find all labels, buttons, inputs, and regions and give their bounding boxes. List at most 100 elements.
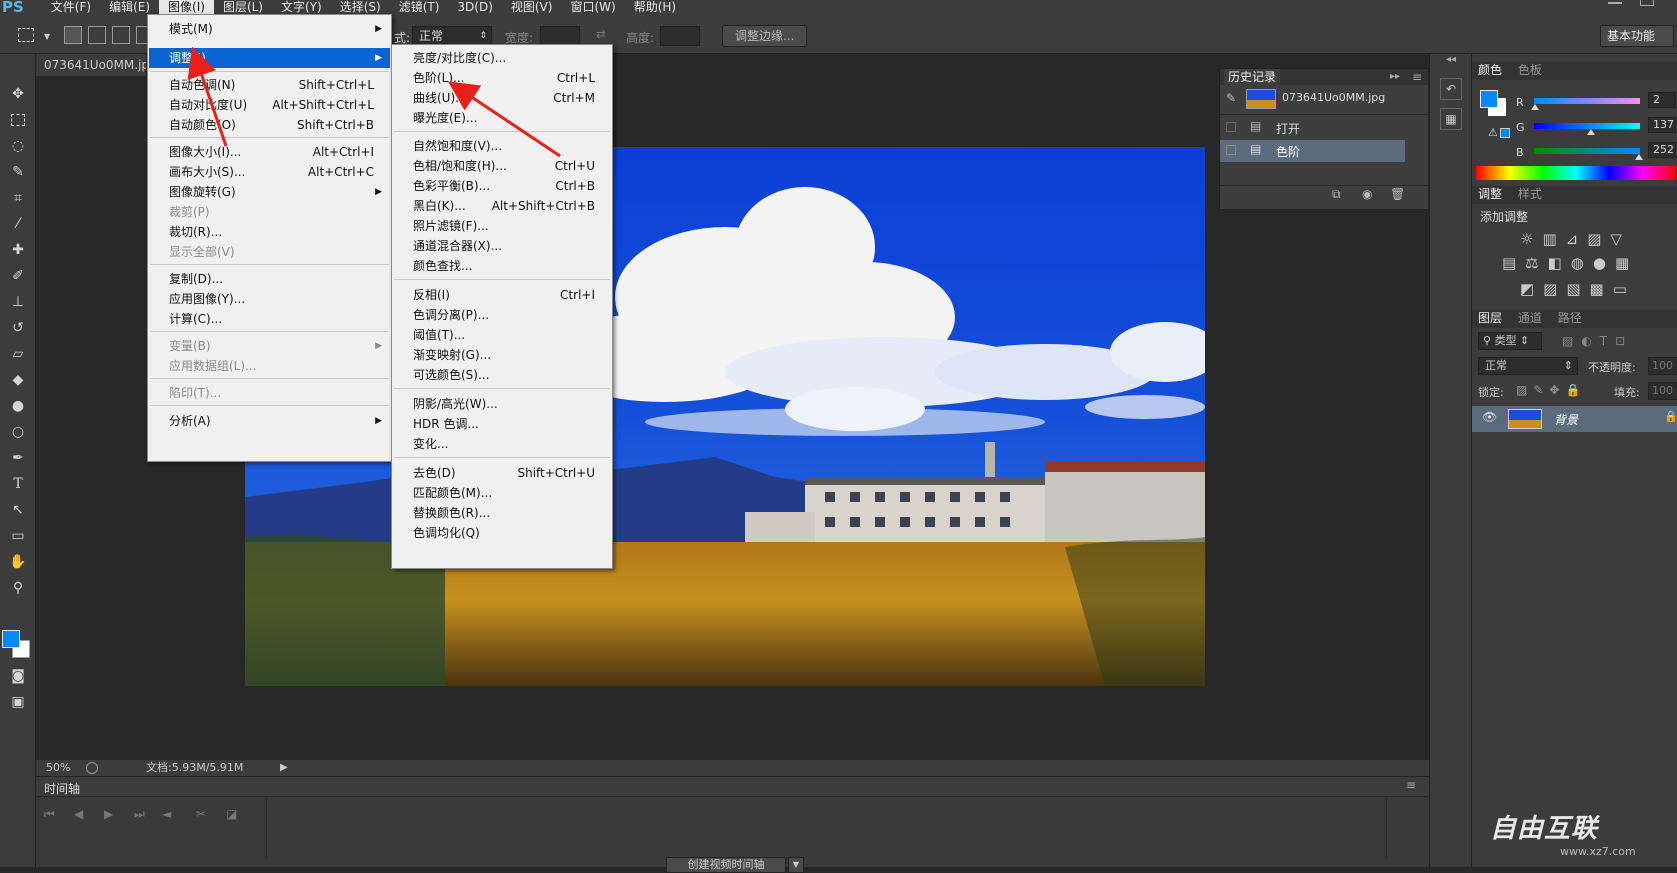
zoom-level[interactable]: 50%: [46, 760, 70, 776]
menu-select[interactable]: 选择(S): [331, 0, 390, 14]
history-item[interactable]: ▤ 打开: [1220, 117, 1405, 139]
foreground-color-swatch[interactable]: [2, 630, 20, 648]
slider-thumb[interactable]: [1531, 104, 1540, 110]
chevron-down-icon[interactable]: ▼: [788, 857, 804, 873]
menu-3d[interactable]: 3D(D): [448, 0, 501, 14]
subtract-selection-icon[interactable]: [112, 26, 130, 44]
rectangle-tool-icon[interactable]: ▭: [8, 526, 28, 546]
menu-item-gradient-map[interactable]: 渐变映射(G)...: [393, 345, 611, 365]
properties-panel-icon[interactable]: ▦: [1440, 108, 1462, 130]
menu-item-auto-color[interactable]: 自动颜色(O) Shift+Ctrl+B: [149, 115, 390, 135]
history-brush-tool-icon[interactable]: ↺: [8, 318, 28, 338]
web-color-swatch[interactable]: [1500, 128, 1510, 138]
tab-styles[interactable]: 样式: [1512, 186, 1548, 202]
menu-item-color-balance[interactable]: 色彩平衡(B)... Ctrl+B: [393, 176, 611, 196]
tab-adjustments[interactable]: 调整: [1472, 186, 1508, 202]
width-input[interactable]: [540, 26, 580, 46]
menu-item-hue-saturation[interactable]: 色相/饱和度(H)... Ctrl+U: [393, 156, 611, 176]
menu-image[interactable]: 图像(I): [159, 0, 214, 14]
menu-item-curves[interactable]: 曲线(U)... Ctrl+M: [393, 88, 611, 108]
dodge-tool-icon[interactable]: ○: [8, 422, 28, 442]
menu-item-hdr-toning[interactable]: HDR 色调...: [393, 414, 611, 434]
menu-item-match-color[interactable]: 匹配颜色(M)...: [393, 483, 611, 503]
menu-item-canvas-size[interactable]: 画布大小(S)... Alt+Ctrl+C: [149, 162, 390, 182]
panel-menu-icon[interactable]: ≡: [1412, 69, 1422, 85]
menu-type[interactable]: 文字(Y): [272, 0, 331, 14]
layer-filter-icons[interactable]: ▨◐T⊡: [1562, 334, 1633, 348]
camera-icon[interactable]: ◉: [1362, 187, 1372, 201]
menu-item-variations[interactable]: 变化...: [393, 434, 611, 454]
menu-item-desaturate[interactable]: 去色(D) Shift+Ctrl+U: [393, 463, 611, 483]
menu-item-duplicate[interactable]: 复制(D)...: [149, 269, 390, 289]
color-fg-swatch[interactable]: [1480, 90, 1498, 108]
trash-icon[interactable]: 🗑: [1390, 187, 1405, 201]
blend-mode-select[interactable]: 正常 ⇕: [1478, 357, 1578, 375]
menu-item-apply-image[interactable]: 应用图像(Y)...: [149, 289, 390, 309]
style-select[interactable]: 正常 ⇕: [412, 26, 492, 46]
paint-bucket-tool-icon[interactable]: ◆: [8, 370, 28, 390]
r-value-input[interactable]: 2: [1648, 92, 1676, 108]
menu-item-color-lookup[interactable]: 颜色查找...: [393, 256, 611, 276]
menu-filter[interactable]: 滤镜(T): [390, 0, 449, 14]
panel-menu-icon[interactable]: ≡: [1406, 778, 1416, 792]
slider-thumb[interactable]: [1587, 129, 1596, 135]
history-snapshot[interactable]: ✎ 073641Uo0MM.jpg: [1220, 85, 1428, 115]
add-selection-icon[interactable]: [88, 26, 106, 44]
menu-item-vibrance[interactable]: 自然饱和度(V)...: [393, 136, 611, 156]
new-document-icon[interactable]: ⧉: [1332, 187, 1341, 202]
blur-tool-icon[interactable]: ●: [8, 396, 28, 416]
hand-tool-icon[interactable]: ✋: [8, 552, 28, 572]
tab-paths[interactable]: 路径: [1552, 310, 1588, 326]
chevron-down-icon[interactable]: ▼: [44, 32, 50, 41]
pen-tool-icon[interactable]: ✒: [8, 448, 28, 468]
transition-icon[interactable]: ◪: [226, 807, 237, 821]
menu-item-auto-contrast[interactable]: 自动对比度(U) Alt+Shift+Ctrl+L: [149, 95, 390, 115]
lock-icons[interactable]: ▨✎✥🔒: [1516, 383, 1586, 397]
workspace-button[interactable]: 基本功能: [1600, 25, 1674, 47]
menu-item-threshold[interactable]: 阈值(T)...: [393, 325, 611, 345]
eye-icon[interactable]: 👁: [1482, 410, 1497, 424]
fill-input[interactable]: 100: [1648, 382, 1677, 400]
marquee-preset-icon[interactable]: [18, 28, 34, 42]
play-icon[interactable]: ▶: [104, 807, 113, 821]
minimize-icon[interactable]: [1608, 2, 1622, 4]
menu-file[interactable]: 文件(F): [42, 0, 100, 14]
menu-item-trim[interactable]: 裁切(R)...: [149, 222, 390, 242]
move-tool-icon[interactable]: ✥: [8, 84, 28, 104]
tab-channels[interactable]: 通道: [1512, 310, 1548, 326]
eraser-tool-icon[interactable]: ▱: [8, 344, 28, 364]
refine-edge-button[interactable]: 调整边缘...: [722, 25, 808, 47]
menu-item-exposure[interactable]: 曝光度(E)...: [393, 108, 611, 128]
next-frame-icon[interactable]: ⏭: [134, 807, 145, 822]
quick-select-tool-icon[interactable]: ✎: [8, 162, 28, 182]
menu-item-adjustments[interactable]: 调整(J) ▶: [149, 48, 390, 68]
menu-window[interactable]: 窗口(W): [561, 0, 624, 14]
eyedropper-tool-icon[interactable]: ⁄: [8, 214, 28, 234]
expand-icon[interactable]: ▸▸: [1390, 69, 1400, 85]
g-value-input[interactable]: 137: [1648, 117, 1676, 133]
type-tool-icon[interactable]: T: [8, 474, 28, 494]
brush-tool-icon[interactable]: ✐: [8, 266, 28, 286]
screen-mode-icon[interactable]: ▣: [8, 692, 28, 712]
path-select-tool-icon[interactable]: ↖: [8, 500, 28, 520]
menu-item-shadows-highlights[interactable]: 阴影/高光(W)...: [393, 394, 611, 414]
quick-mask-icon[interactable]: ◙: [8, 666, 28, 686]
slider-thumb[interactable]: [1634, 154, 1643, 160]
menu-item-replace-color[interactable]: 替换颜色(R)...: [393, 503, 611, 523]
b-value-input[interactable]: 252: [1648, 142, 1676, 158]
scissors-icon[interactable]: ✂: [196, 807, 206, 821]
menu-item-levels[interactable]: 色阶(L)... Ctrl+L: [393, 68, 611, 88]
menu-item-mode[interactable]: 模式(M) ▶: [149, 19, 390, 39]
menu-layer[interactable]: 图层(L): [214, 0, 272, 14]
crop-tool-icon[interactable]: ⌗: [8, 188, 28, 208]
menu-item-calculations[interactable]: 计算(C)...: [149, 309, 390, 329]
menu-edit[interactable]: 编辑(E): [100, 0, 159, 14]
healing-brush-tool-icon[interactable]: ✚: [8, 240, 28, 260]
b-slider[interactable]: [1534, 148, 1643, 160]
history-panel-icon[interactable]: ↶: [1440, 78, 1462, 100]
collapse-arrows-icon[interactable]: ◂◂: [1446, 54, 1456, 65]
menu-help[interactable]: 帮助(H): [625, 0, 685, 14]
height-input[interactable]: [660, 26, 700, 46]
tab-color[interactable]: 颜色: [1472, 62, 1508, 78]
tab-layers[interactable]: 图层: [1472, 310, 1508, 326]
